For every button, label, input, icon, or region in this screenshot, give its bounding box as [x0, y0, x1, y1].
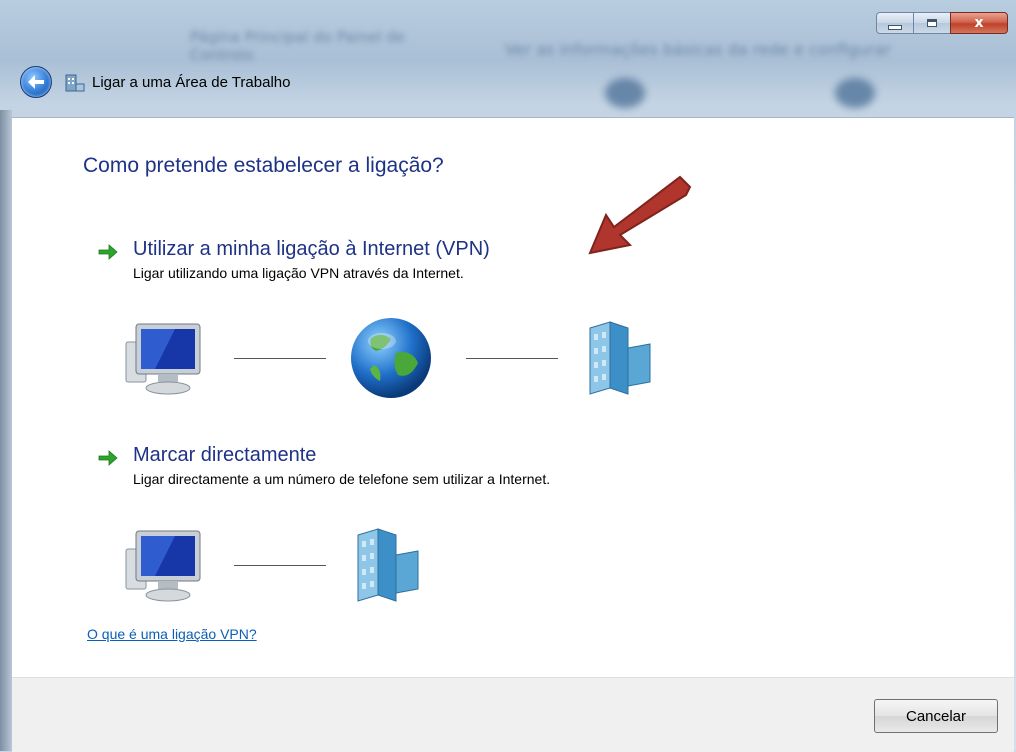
- option-dial-direct-title: Marcar directamente: [133, 444, 317, 466]
- option-dial-direct-description: Ligar directamente a um número de telefo…: [133, 471, 551, 487]
- background-window-text: Ver as informações básicas da rede e con…: [505, 40, 891, 59]
- window-title: Ligar a uma Área de Trabalho: [92, 73, 291, 91]
- background-blur-shape: [605, 78, 645, 108]
- window-controls: x: [876, 12, 1008, 34]
- close-button[interactable]: x: [950, 12, 1008, 34]
- connector-line: [234, 357, 326, 359]
- what-is-vpn-link[interactable]: O que é uma ligação VPN?: [87, 626, 257, 642]
- computer-icon: [125, 530, 201, 602]
- dial-diagram: [120, 523, 428, 607]
- back-button[interactable]: [20, 66, 52, 98]
- back-arrow-icon: [28, 75, 44, 89]
- option-dial-direct[interactable]: Marcar directamente Ligar directamente a…: [96, 442, 550, 489]
- annotation-arrow-icon: [588, 175, 692, 255]
- vpn-diagram: [120, 313, 660, 403]
- network-connection-icon: [64, 71, 86, 93]
- green-arrow-icon: [98, 450, 118, 466]
- option-vpn-description: Ligar utilizando uma ligação VPN através…: [133, 265, 464, 281]
- close-icon: x: [974, 15, 984, 31]
- minimize-icon: [888, 24, 902, 30]
- server-building-icon: [357, 528, 419, 602]
- maximize-button[interactable]: [913, 12, 951, 34]
- globe-icon: [351, 318, 431, 398]
- background-window-text: Página Principal do Painel de Controlo: [190, 28, 406, 64]
- maximize-icon: [927, 19, 937, 27]
- option-vpn-title: Utilizar a minha ligação à Internet (VPN…: [133, 238, 490, 260]
- title-bar: Ligar a uma Área de Trabalho: [20, 62, 290, 102]
- minimize-button[interactable]: [876, 12, 914, 34]
- server-building-icon: [589, 321, 651, 395]
- background-blur-shape: [835, 78, 875, 108]
- window-border: [0, 110, 12, 751]
- wizard-footer: Cancelar: [12, 677, 1014, 752]
- connector-line: [466, 357, 558, 359]
- connector-line: [234, 564, 326, 566]
- cancel-button[interactable]: Cancelar: [874, 699, 998, 733]
- computer-icon: [125, 323, 201, 395]
- wizard-content: Como pretende estabelecer a ligação? Uti…: [12, 117, 1014, 678]
- page-heading: Como pretende estabelecer a ligação?: [83, 154, 444, 177]
- green-arrow-icon: [98, 244, 118, 260]
- option-vpn[interactable]: Utilizar a minha ligação à Internet (VPN…: [96, 236, 490, 283]
